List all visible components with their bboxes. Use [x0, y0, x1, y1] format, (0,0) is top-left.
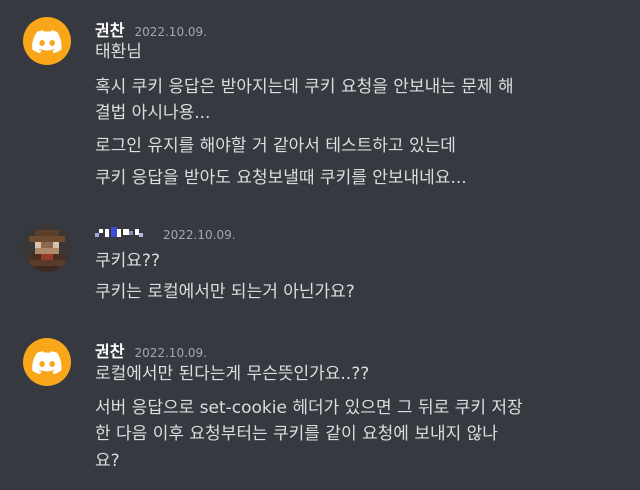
username[interactable]: 권찬: [95, 17, 124, 41]
message-text: 요?: [95, 451, 120, 471]
message-text: 로그인 유지를 해야할 거 같아서 테스트하고 있는데: [95, 136, 456, 156]
message-text: 서버 응답으로 set-cookie 헤더가 있으면 그 뒤로 쿠키 저장: [95, 398, 523, 418]
message-text: 로컬에서만 된다는게 무슨뜻인가요..??: [95, 364, 370, 384]
message-text: 결법 아시나용...: [95, 103, 211, 123]
message-text: 쿠키는 로컬에서만 되는거 아닌가요?: [95, 282, 355, 302]
message-text: 한 다음 이후 요청부터는 쿠키를 같이 요청에 보내지 않나: [95, 424, 498, 444]
message-text: 쿠키 응답을 받아도 요청보낼때 쿠키를 안보내네요...: [95, 168, 467, 188]
message-text: 혹시 쿠키 응답은 받아지는데 쿠키 요청을 안보내는 문제 해: [95, 77, 514, 97]
username[interactable]: 권찬: [95, 338, 124, 362]
discord-logo-icon: [32, 350, 62, 374]
pixelated-user-avatar-icon: [23, 224, 71, 272]
timestamp: 2022.10.09.: [163, 228, 236, 242]
timestamp: 2022.10.09.: [134, 346, 207, 360]
timestamp: 2022.10.09.: [134, 25, 207, 39]
discord-logo-icon: [32, 29, 62, 53]
message-text: 태환님: [95, 42, 142, 62]
avatar[interactable]: [23, 17, 71, 65]
message-header: 권찬 2022.10.09.: [95, 338, 207, 362]
message-header: 2022.10.09.: [95, 224, 236, 246]
message-text: 쿠키요??: [95, 251, 160, 271]
avatar[interactable]: [23, 224, 71, 272]
avatar[interactable]: [23, 338, 71, 386]
message-header: 권찬 2022.10.09.: [95, 17, 207, 41]
pixelated-username-icon: [95, 227, 143, 237]
username[interactable]: [95, 224, 153, 243]
